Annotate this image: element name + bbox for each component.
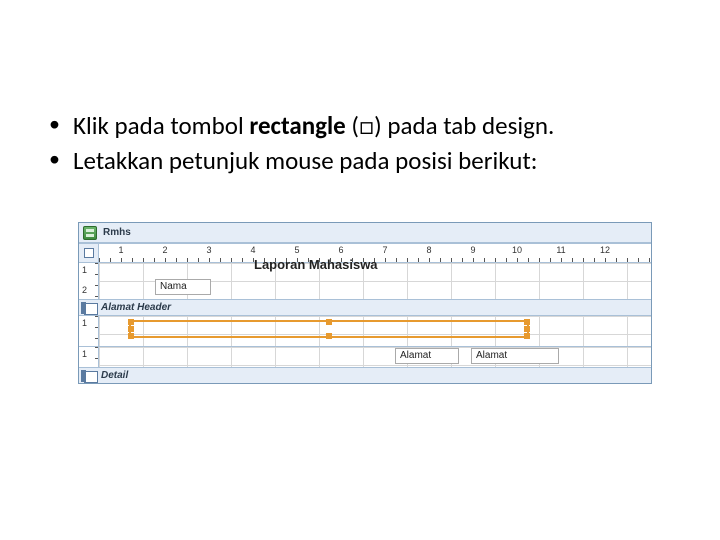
vertical-ruler-2[interactable]: 1 bbox=[79, 316, 99, 346]
alamat-header-text: Alamat Header bbox=[101, 302, 171, 313]
slide-body: Klik pada tombol rectangle (□) pada tab … bbox=[0, 0, 720, 177]
resize-handle[interactable] bbox=[128, 333, 134, 339]
ruler-num: 9 bbox=[451, 245, 495, 255]
ruler-num: 5 bbox=[275, 245, 319, 255]
ruler-num: 8 bbox=[407, 245, 451, 255]
v-ruler-num: 2 bbox=[82, 285, 87, 295]
alamat-label-right[interactable]: Alamat bbox=[471, 348, 559, 364]
ruler-num: 10 bbox=[495, 245, 539, 255]
rectangle-selection[interactable] bbox=[129, 320, 529, 338]
access-screenshot: Rmhs 1 2 3 4 5 6 7 8 9 10 11 12 1 2 bbox=[78, 222, 652, 384]
alamat-fields-area[interactable]: Alamat Alamat bbox=[99, 347, 651, 367]
resize-handle[interactable] bbox=[128, 319, 134, 325]
form-tab[interactable]: Rmhs bbox=[79, 223, 651, 243]
ruler-num: 12 bbox=[583, 245, 627, 255]
ruler-num: 1 bbox=[99, 245, 143, 255]
bullet-list: Klik pada tombol rectangle (□) pada tab … bbox=[45, 110, 675, 177]
bullet-1-suffix: (□) pada tab design. bbox=[346, 110, 555, 141]
resize-handle[interactable] bbox=[326, 333, 332, 339]
ruler-num: 7 bbox=[363, 245, 407, 255]
v-ruler-num: 1 bbox=[82, 318, 87, 328]
v-ruler-num: 1 bbox=[82, 349, 87, 359]
detail-text: Detail bbox=[101, 370, 128, 381]
resize-handle[interactable] bbox=[524, 319, 530, 325]
alamat-label-left[interactable]: Alamat bbox=[395, 348, 459, 364]
resize-handle[interactable] bbox=[524, 326, 530, 332]
bullet-1-bold: rectangle bbox=[249, 110, 345, 141]
form-name: Rmhs bbox=[103, 227, 131, 238]
vertical-ruler-1[interactable]: 1 2 bbox=[79, 263, 99, 299]
report-title-label[interactable]: Laporan Mahasiswa bbox=[254, 257, 378, 272]
select-all-corner[interactable] bbox=[79, 244, 99, 262]
report-header-row: 1 2 Laporan Mahasiswa Nama bbox=[79, 262, 651, 299]
section-bar-detail[interactable]: Detail bbox=[79, 367, 651, 383]
alamat-header-area[interactable] bbox=[99, 316, 651, 346]
alamat-header-row: 1 bbox=[79, 315, 651, 346]
v-ruler-num: 1 bbox=[82, 265, 87, 275]
form-icon bbox=[83, 226, 97, 240]
section-bar-alamat-header[interactable]: Alamat Header bbox=[79, 299, 651, 315]
ruler-num: 6 bbox=[319, 245, 363, 255]
report-header-area[interactable]: Laporan Mahasiswa Nama bbox=[99, 263, 651, 299]
resize-handle[interactable] bbox=[524, 333, 530, 339]
bullet-1-prefix: Klik pada tombol bbox=[73, 110, 249, 141]
ruler-num: 4 bbox=[231, 245, 275, 255]
alamat-fields-row: 1 Alamat Alamat bbox=[79, 346, 651, 367]
vertical-ruler-3[interactable]: 1 bbox=[79, 347, 99, 367]
bullet-1: Klik pada tombol rectangle (□) pada tab … bbox=[45, 110, 675, 141]
resize-handle[interactable] bbox=[128, 326, 134, 332]
ruler-num: 3 bbox=[187, 245, 231, 255]
ruler-num: 2 bbox=[143, 245, 187, 255]
resize-handle[interactable] bbox=[326, 319, 332, 325]
bullet-2: Letakkan petunjuk mouse pada posisi beri… bbox=[45, 145, 675, 176]
nama-label[interactable]: Nama bbox=[155, 279, 211, 295]
ruler-num: 11 bbox=[539, 245, 583, 255]
